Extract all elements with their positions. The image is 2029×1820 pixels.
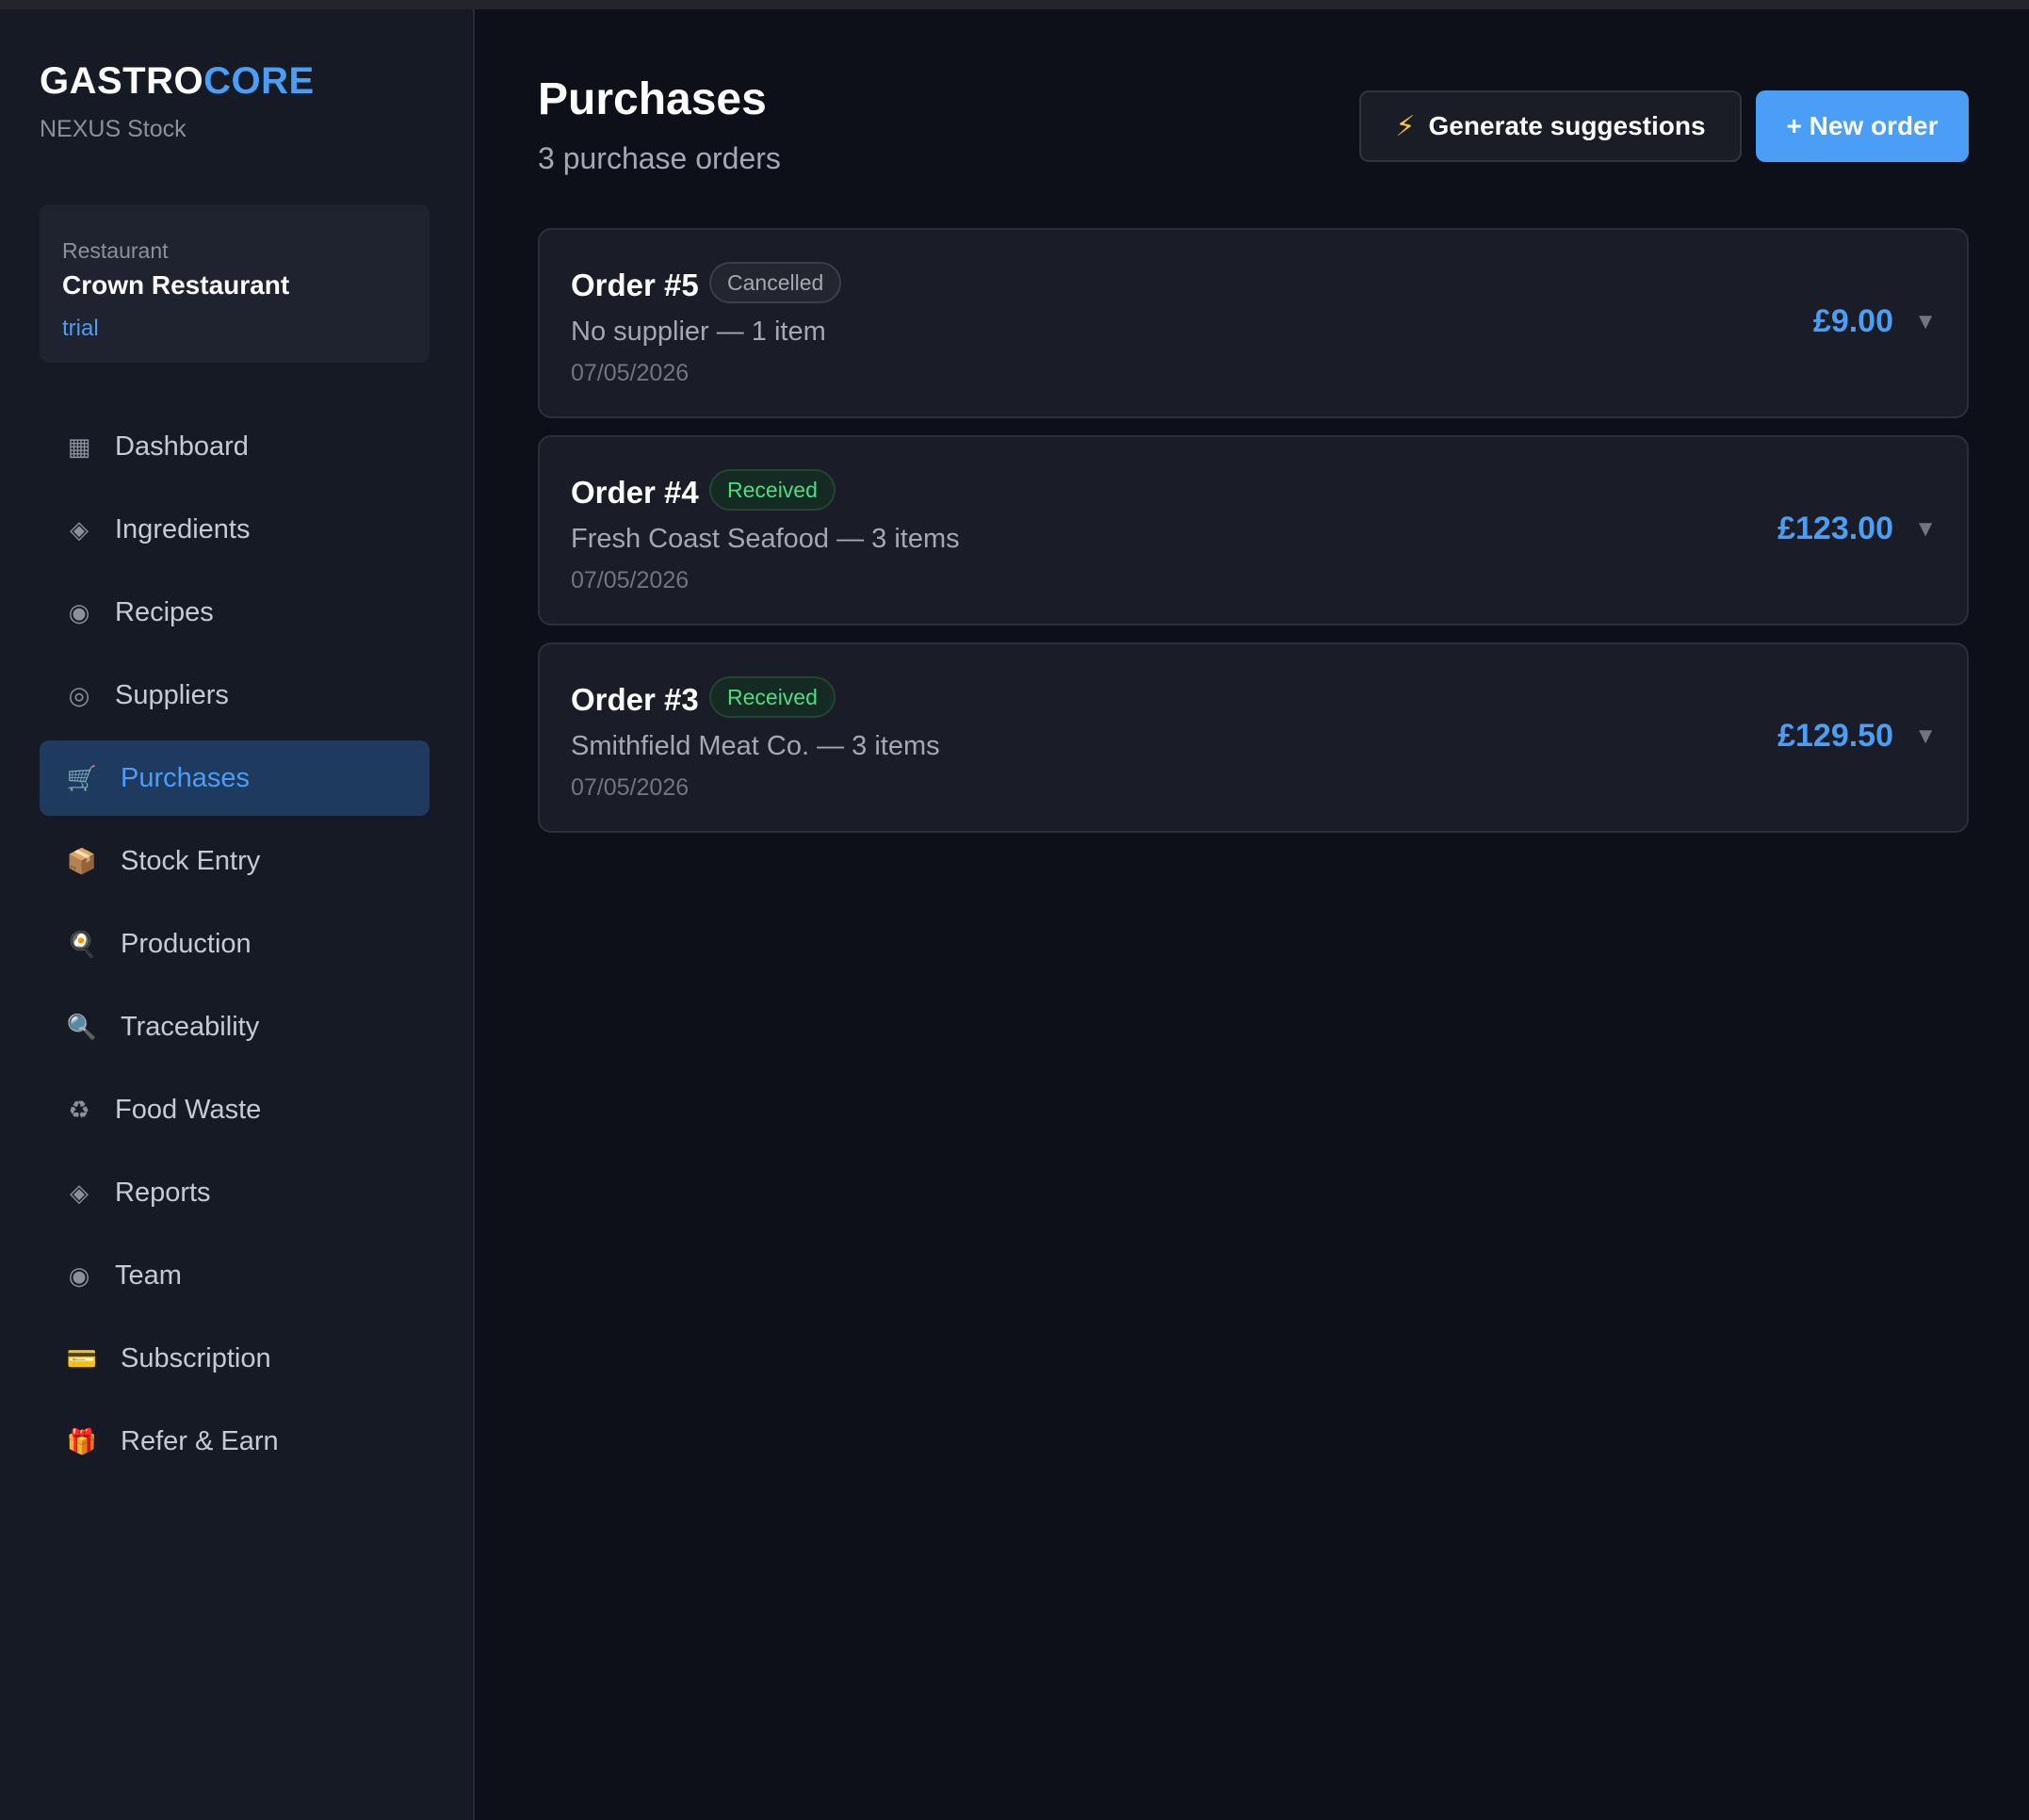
magnifier-icon: 🔍 [66,1012,98,1041]
order-date: 07/05/2026 [571,774,690,801]
sidebar-item-stock-entry[interactable]: 📦 Stock Entry [40,823,430,899]
order-amount: £129.50 [1777,718,1893,754]
sidebar-item-label: Stock Entry [121,845,261,876]
order-title: Order #5 [571,268,699,302]
credit-card-icon: 💳 [66,1343,98,1373]
package-icon: 📦 [66,846,98,875]
gift-icon: 🎁 [66,1426,98,1455]
suppliers-icon: ◎ [68,680,90,709]
restaurant-label: Restaurant [62,238,169,263]
order-title: Order #3 [571,682,699,717]
main-content: Purchases 3 purchase orders ⚡ Generate s… [475,9,2029,1820]
order-date: 07/05/2026 [571,360,690,386]
sidebar-item-traceability[interactable]: 🔍 Traceability [40,989,430,1064]
order-description: No supplier — 1 item [571,317,826,347]
sidebar-item-reports[interactable]: ◈ Reports [40,1155,430,1230]
order-description: Smithfield Meat Co. — 3 items [571,731,940,761]
restaurant-card[interactable]: Restaurant Crown Restaurant trial [40,204,430,363]
sidebar-item-recipes[interactable]: ◉ Recipes [40,575,430,650]
status-badge: Cancelled [709,262,842,303]
reports-icon: ◈ [70,1178,89,1207]
order-card[interactable]: Order #4 Received Fresh Coast Seafood — … [538,435,1969,626]
sidebar-item-label: Ingredients [115,513,251,544]
generate-suggestions-label: Generate suggestions [1428,111,1706,140]
sidebar-item-team[interactable]: ◉ Team [40,1238,430,1313]
sidebar-item-label: Refer & Earn [121,1425,279,1456]
order-date: 07/05/2026 [571,567,690,593]
sidebar-item-subscription[interactable]: 💳 Subscription [40,1321,430,1396]
new-order-button[interactable]: + New order [1756,90,1969,162]
sidebar: GASTROCORE NEXUS Stock Restaurant Crown … [0,9,475,1820]
recycle-icon: ♻ [68,1095,90,1124]
lightning-icon: ⚡ [1395,110,1416,142]
generate-suggestions-button[interactable]: ⚡ Generate suggestions [1359,90,1742,162]
page-title: Purchases [538,74,767,124]
frying-pan-icon: 🍳 [66,929,98,958]
sidebar-item-dashboard[interactable]: ▦ Dashboard [40,409,430,484]
order-title: Order #4 [571,475,699,510]
chevron-down-icon[interactable]: ▼ [1914,723,1937,750]
order-card[interactable]: Order #5 Cancelled No supplier — 1 item … [538,228,1969,418]
sidebar-item-label: Suppliers [115,679,229,710]
sidebar-item-label: Purchases [121,762,251,793]
sidebar-item-label: Dashboard [115,431,249,462]
sidebar-item-suppliers[interactable]: ◎ Suppliers [40,658,430,733]
brand-subtitle: NEXUS Stock [40,116,187,142]
sidebar-item-ingredients[interactable]: ◈ Ingredients [40,492,430,567]
chevron-down-icon[interactable]: ▼ [1914,516,1937,543]
order-amount: £123.00 [1777,511,1893,546]
brand-logo-part1: GASTRO [40,60,204,102]
sidebar-item-label: Subscription [121,1342,271,1373]
cart-icon: 🛒 [66,763,98,792]
order-description: Fresh Coast Seafood — 3 items [571,524,960,554]
sidebar-item-purchases[interactable]: 🛒 Purchases [40,740,430,816]
chevron-down-icon[interactable]: ▼ [1914,309,1937,335]
dashboard-icon: ▦ [67,431,91,461]
sidebar-item-label: Traceability [121,1011,260,1042]
restaurant-name: Crown Restaurant [62,270,290,300]
order-card[interactable]: Order #3 Received Smithfield Meat Co. — … [538,642,1969,833]
brand-logo-part2: CORE [203,60,315,102]
restaurant-plan: trial [62,316,99,341]
order-amount: £9.00 [1812,303,1893,339]
sidebar-item-label: Team [115,1259,182,1291]
status-badge: Received [709,469,836,511]
brand-logo[interactable]: GASTROCORE [40,60,315,103]
sidebar-item-label: Reports [115,1177,211,1208]
team-icon: ◉ [68,1260,90,1290]
sidebar-item-production[interactable]: 🍳 Production [40,906,430,982]
sidebar-item-label: Food Waste [115,1094,262,1125]
window-top-bar [0,0,2029,9]
sidebar-item-label: Recipes [115,596,214,627]
page-subtitle: 3 purchase orders [538,141,781,175]
sidebar-item-label: Production [121,928,252,959]
status-badge: Received [709,676,836,718]
ingredients-icon: ◈ [70,514,89,544]
sidebar-item-refer-earn[interactable]: 🎁 Refer & Earn [40,1404,430,1479]
sidebar-item-food-waste[interactable]: ♻ Food Waste [40,1072,430,1147]
recipes-icon: ◉ [68,597,90,626]
